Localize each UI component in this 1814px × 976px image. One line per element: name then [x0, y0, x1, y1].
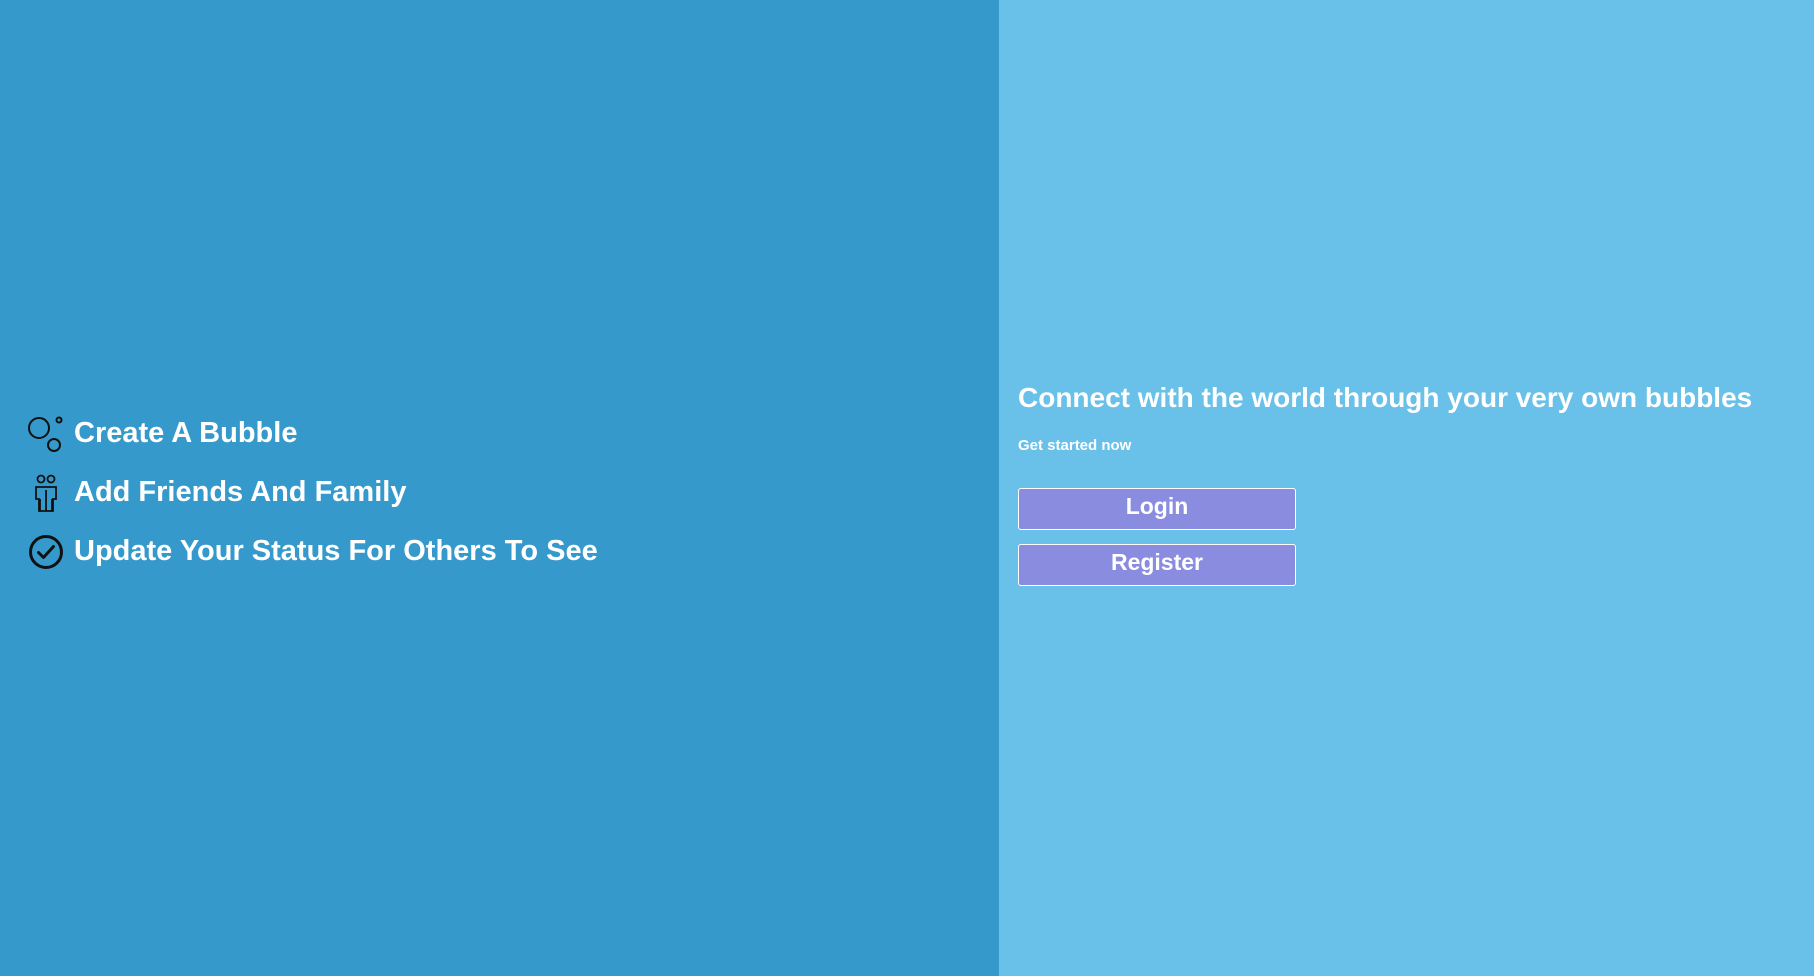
landing-page: Create A Bubble Add Friends And Family U… [0, 0, 1814, 976]
feature-label: Add Friends And Family [74, 476, 407, 508]
hero-subline: Get started now [1018, 437, 1132, 454]
check-circle-icon [28, 533, 64, 571]
bubbles-icon [28, 415, 64, 453]
register-button[interactable]: Register [1018, 544, 1296, 586]
login-button[interactable]: Login [1018, 488, 1296, 530]
feature-label: Create A Bubble [74, 417, 298, 449]
features-panel: Create A Bubble Add Friends And Family U… [0, 0, 999, 976]
people-icon [28, 474, 64, 512]
feature-add-friends: Add Friends And Family [28, 463, 598, 522]
hero-headline: Connect with the world through your very… [1018, 382, 1753, 413]
feature-create-bubble: Create A Bubble [28, 404, 598, 463]
feature-list: Create A Bubble Add Friends And Family U… [28, 404, 598, 581]
feature-label: Update Your Status For Others To See [74, 535, 598, 567]
feature-update-status: Update Your Status For Others To See [28, 522, 598, 581]
